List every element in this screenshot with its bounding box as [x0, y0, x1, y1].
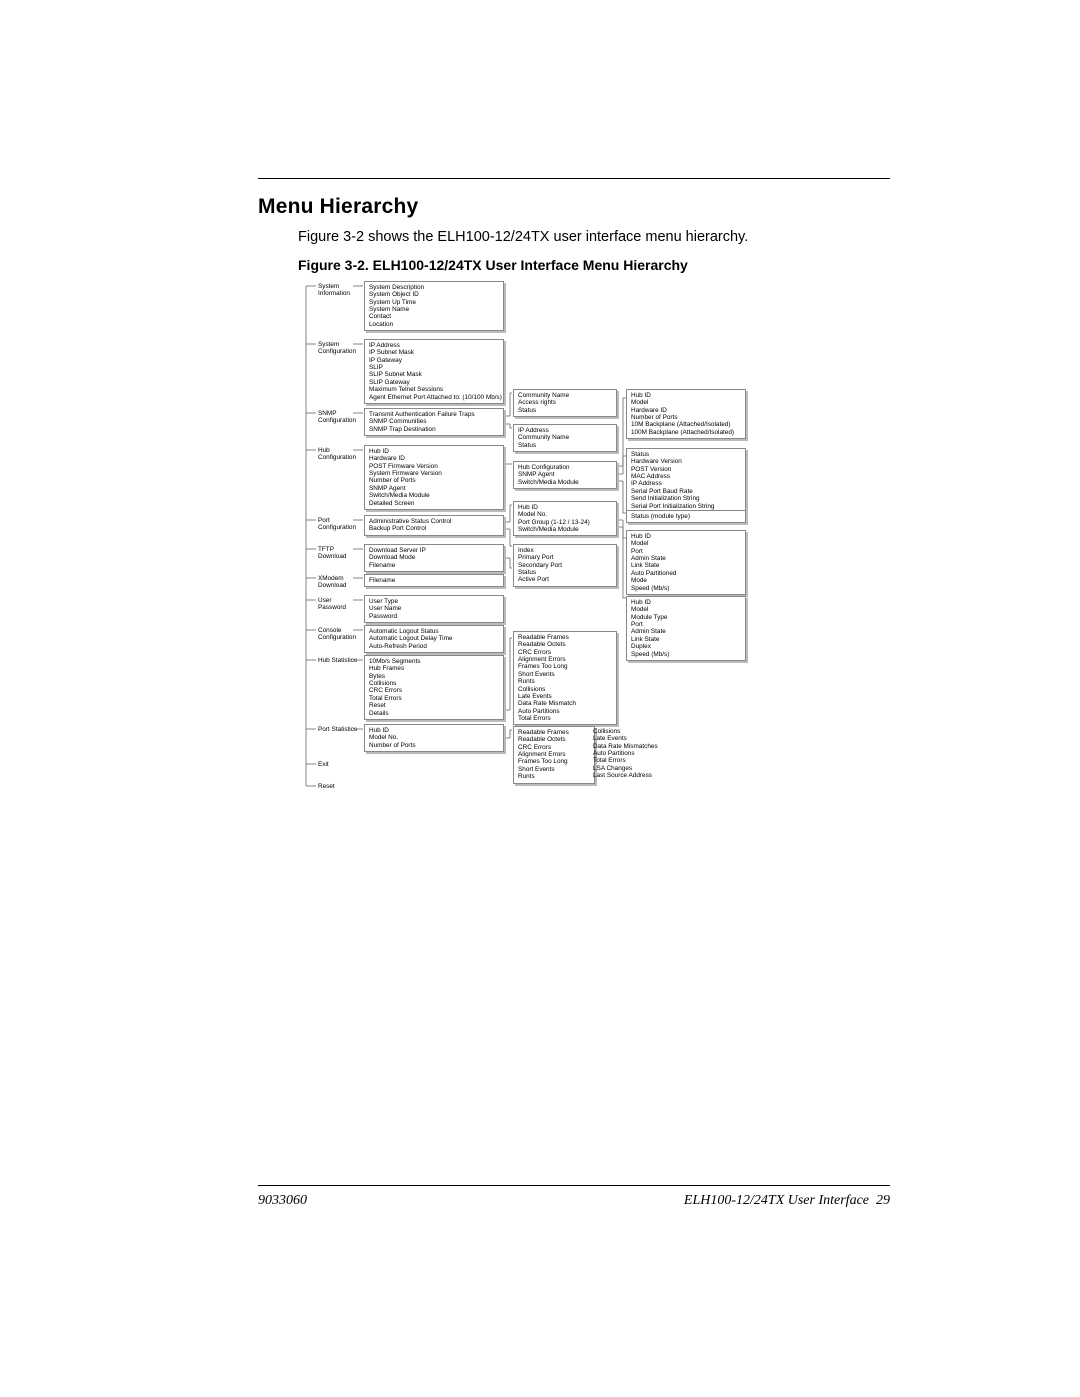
root-item: XModem Download	[318, 575, 360, 590]
footer-doc-number: 9033060	[258, 1193, 307, 1209]
box-hub-stat-details: Readable FramesReadable OctetsCRC Errors…	[513, 631, 617, 725]
box-port-statistics: Hub IDModel No.Number of Ports	[364, 724, 504, 752]
intro-text: Figure 3-2 shows the ELH100-12/24TX user…	[298, 229, 748, 245]
box-backup-port: IndexPrimary PortSecondary PortStatusAct…	[513, 544, 617, 587]
box-xmodem-download: Filename	[364, 574, 504, 587]
root-item: Port Configuration	[318, 517, 360, 532]
box-snmp-communities: Community NameAccess rightsStatus	[513, 389, 617, 417]
root-item: Console Configuration	[318, 627, 360, 642]
box-console-configuration: Automatic Logout StatusAutomatic Logout …	[364, 625, 504, 653]
box-system-configuration: IP AddressIP Subnet MaskIP GatewaySLIPSL…	[364, 339, 504, 404]
section-title: Menu Hierarchy	[258, 195, 418, 219]
root-item: Hub Statistics	[318, 657, 360, 664]
box-module-type: Status (module type)	[626, 510, 746, 523]
box-hub-detailed: Hub ConfigurationSNMP AgentSwitch/Media …	[513, 461, 617, 489]
box-port-stat-details-1: Readable FramesReadable OctetsCRC Errors…	[513, 726, 595, 784]
box-snmp-configuration: Transmit Authentication Failure TrapsSNM…	[364, 408, 504, 436]
root-item: Port Statistics	[318, 726, 360, 733]
box-snmp-agent-detail: StatusHardware VersionPOST VersionMAC Ad…	[626, 448, 746, 513]
box-port-configuration: Administrative Status ControlBackup Port…	[364, 515, 504, 536]
root-item: Hub Configuration	[318, 447, 360, 462]
footer-page: ELH100-12/24TX User Interface 29	[684, 1193, 890, 1209]
figure-caption: Figure 3-2. ELH100-12/24TX User Interfac…	[298, 257, 688, 273]
root-item: System Information	[318, 283, 360, 298]
box-user-password: User TypeUser NamePassword	[364, 595, 504, 623]
box-system-information: System DescriptionSystem Object IDSystem…	[364, 281, 504, 331]
box-tftp-download: Download Server IPDownload ModeFilename	[364, 544, 504, 572]
box-switch-media-detail: Hub IDModelModule TypePortAdmin StateLin…	[626, 596, 746, 661]
menu-hierarchy-diagram: System Information System Configuration …	[298, 278, 888, 803]
root-item: User Password	[318, 597, 360, 612]
root-item: System Configuration	[318, 341, 360, 356]
box-port-stat-details-2: CollisionsLate EventsData Rate Mismatche…	[589, 726, 677, 782]
box-hub-configuration: Hub IDHardware IDPOST Firmware VersionSy…	[364, 445, 504, 510]
root-item: SNMP Configuration	[318, 410, 360, 425]
root-item: TFTP Download	[318, 546, 360, 561]
box-snmp-trap-destination: IP AddressCommunity NameStatus	[513, 424, 617, 452]
root-item: Reset	[318, 783, 335, 790]
box-port-group-detail: Hub IDModelPortAdmin StateLink StateAuto…	[626, 530, 746, 595]
root-item: Exit	[318, 761, 329, 768]
box-hub-id-detail: Hub IDModelHardware IDNumber of Ports10M…	[626, 389, 746, 439]
box-hub-statistics: 10Mb/s SegmentsHub FramesBytesCollisions…	[364, 655, 504, 720]
box-port-admin: Hub IDModel No.Port Group (1-12 / 13-24)…	[513, 501, 617, 536]
